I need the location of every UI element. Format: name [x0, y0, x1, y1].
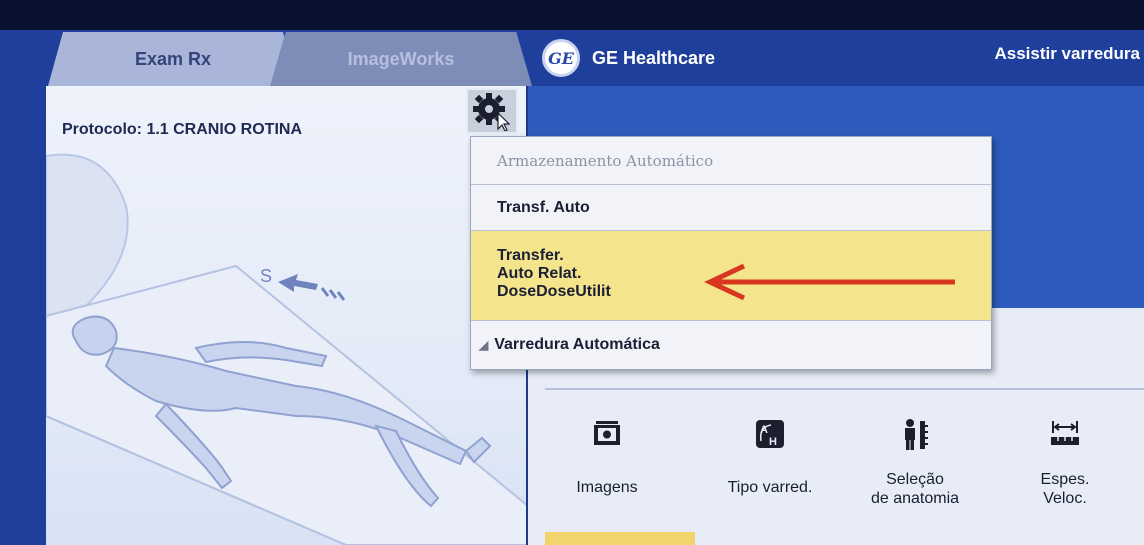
settings-button[interactable]	[466, 88, 518, 134]
menu-item-auto-scan[interactable]: ◢ Varredura Automática	[471, 321, 991, 369]
brand-name: GE Healthcare	[592, 47, 716, 68]
patient-table-graphic: S	[45, 153, 529, 545]
gear-icon	[473, 93, 511, 131]
menu-item-auto-storage: Armazenamento Automático	[471, 137, 991, 185]
menu-item-label: Transfer. Auto Relat. DoseDoseUtilit	[497, 247, 611, 300]
menu-item-auto-transfer[interactable]: Transf. Auto	[471, 185, 991, 231]
selected-tab-indicator	[545, 532, 695, 545]
tab-exam-rx[interactable]: Exam Rx	[48, 32, 298, 86]
scan-toolbar: Imagens A H Tipo varred. Seleção de anat…	[560, 414, 1144, 524]
tool-images[interactable]: Imagens	[562, 414, 652, 497]
scanner-console: Exam Rx ImageWorks GE GE Healthcare Assi…	[0, 0, 1144, 545]
images-icon	[594, 421, 620, 445]
scan-type-icon: A H	[756, 420, 784, 448]
menu-item-label: Varredura Automática	[494, 336, 660, 353]
assist-scan-button[interactable]: Assistir varredura	[994, 44, 1140, 64]
svg-text:H: H	[769, 436, 777, 448]
tool-anatomy-selection[interactable]: Seleção de anatomia	[850, 414, 980, 508]
ge-logo: GE	[542, 39, 580, 77]
mouse-cursor-icon	[497, 111, 511, 131]
direction-arrow-icon	[278, 274, 346, 301]
annotation-arrow-icon	[704, 263, 955, 301]
settings-dropdown-menu: Armazenamento Automático Transf. Auto Tr…	[470, 136, 992, 370]
tool-separator	[545, 388, 1144, 390]
tool-thickness-speed[interactable]: Espes. Veloc.	[1020, 414, 1110, 508]
tab-imageworks[interactable]: ImageWorks	[270, 32, 532, 86]
checkmark-icon: ◢	[479, 338, 489, 352]
patient-panel: S	[45, 86, 529, 545]
thickness-speed-icon	[1051, 421, 1079, 445]
direction-letter: S	[260, 266, 272, 286]
top-bezel	[0, 0, 1144, 30]
anatomy-icon	[905, 419, 928, 450]
brand: GE GE Healthcare	[542, 36, 715, 80]
protocol-label: Protocolo: 1.1 CRANIO ROTINA	[62, 121, 303, 138]
tool-scan-type[interactable]: A H Tipo varred.	[710, 414, 830, 497]
